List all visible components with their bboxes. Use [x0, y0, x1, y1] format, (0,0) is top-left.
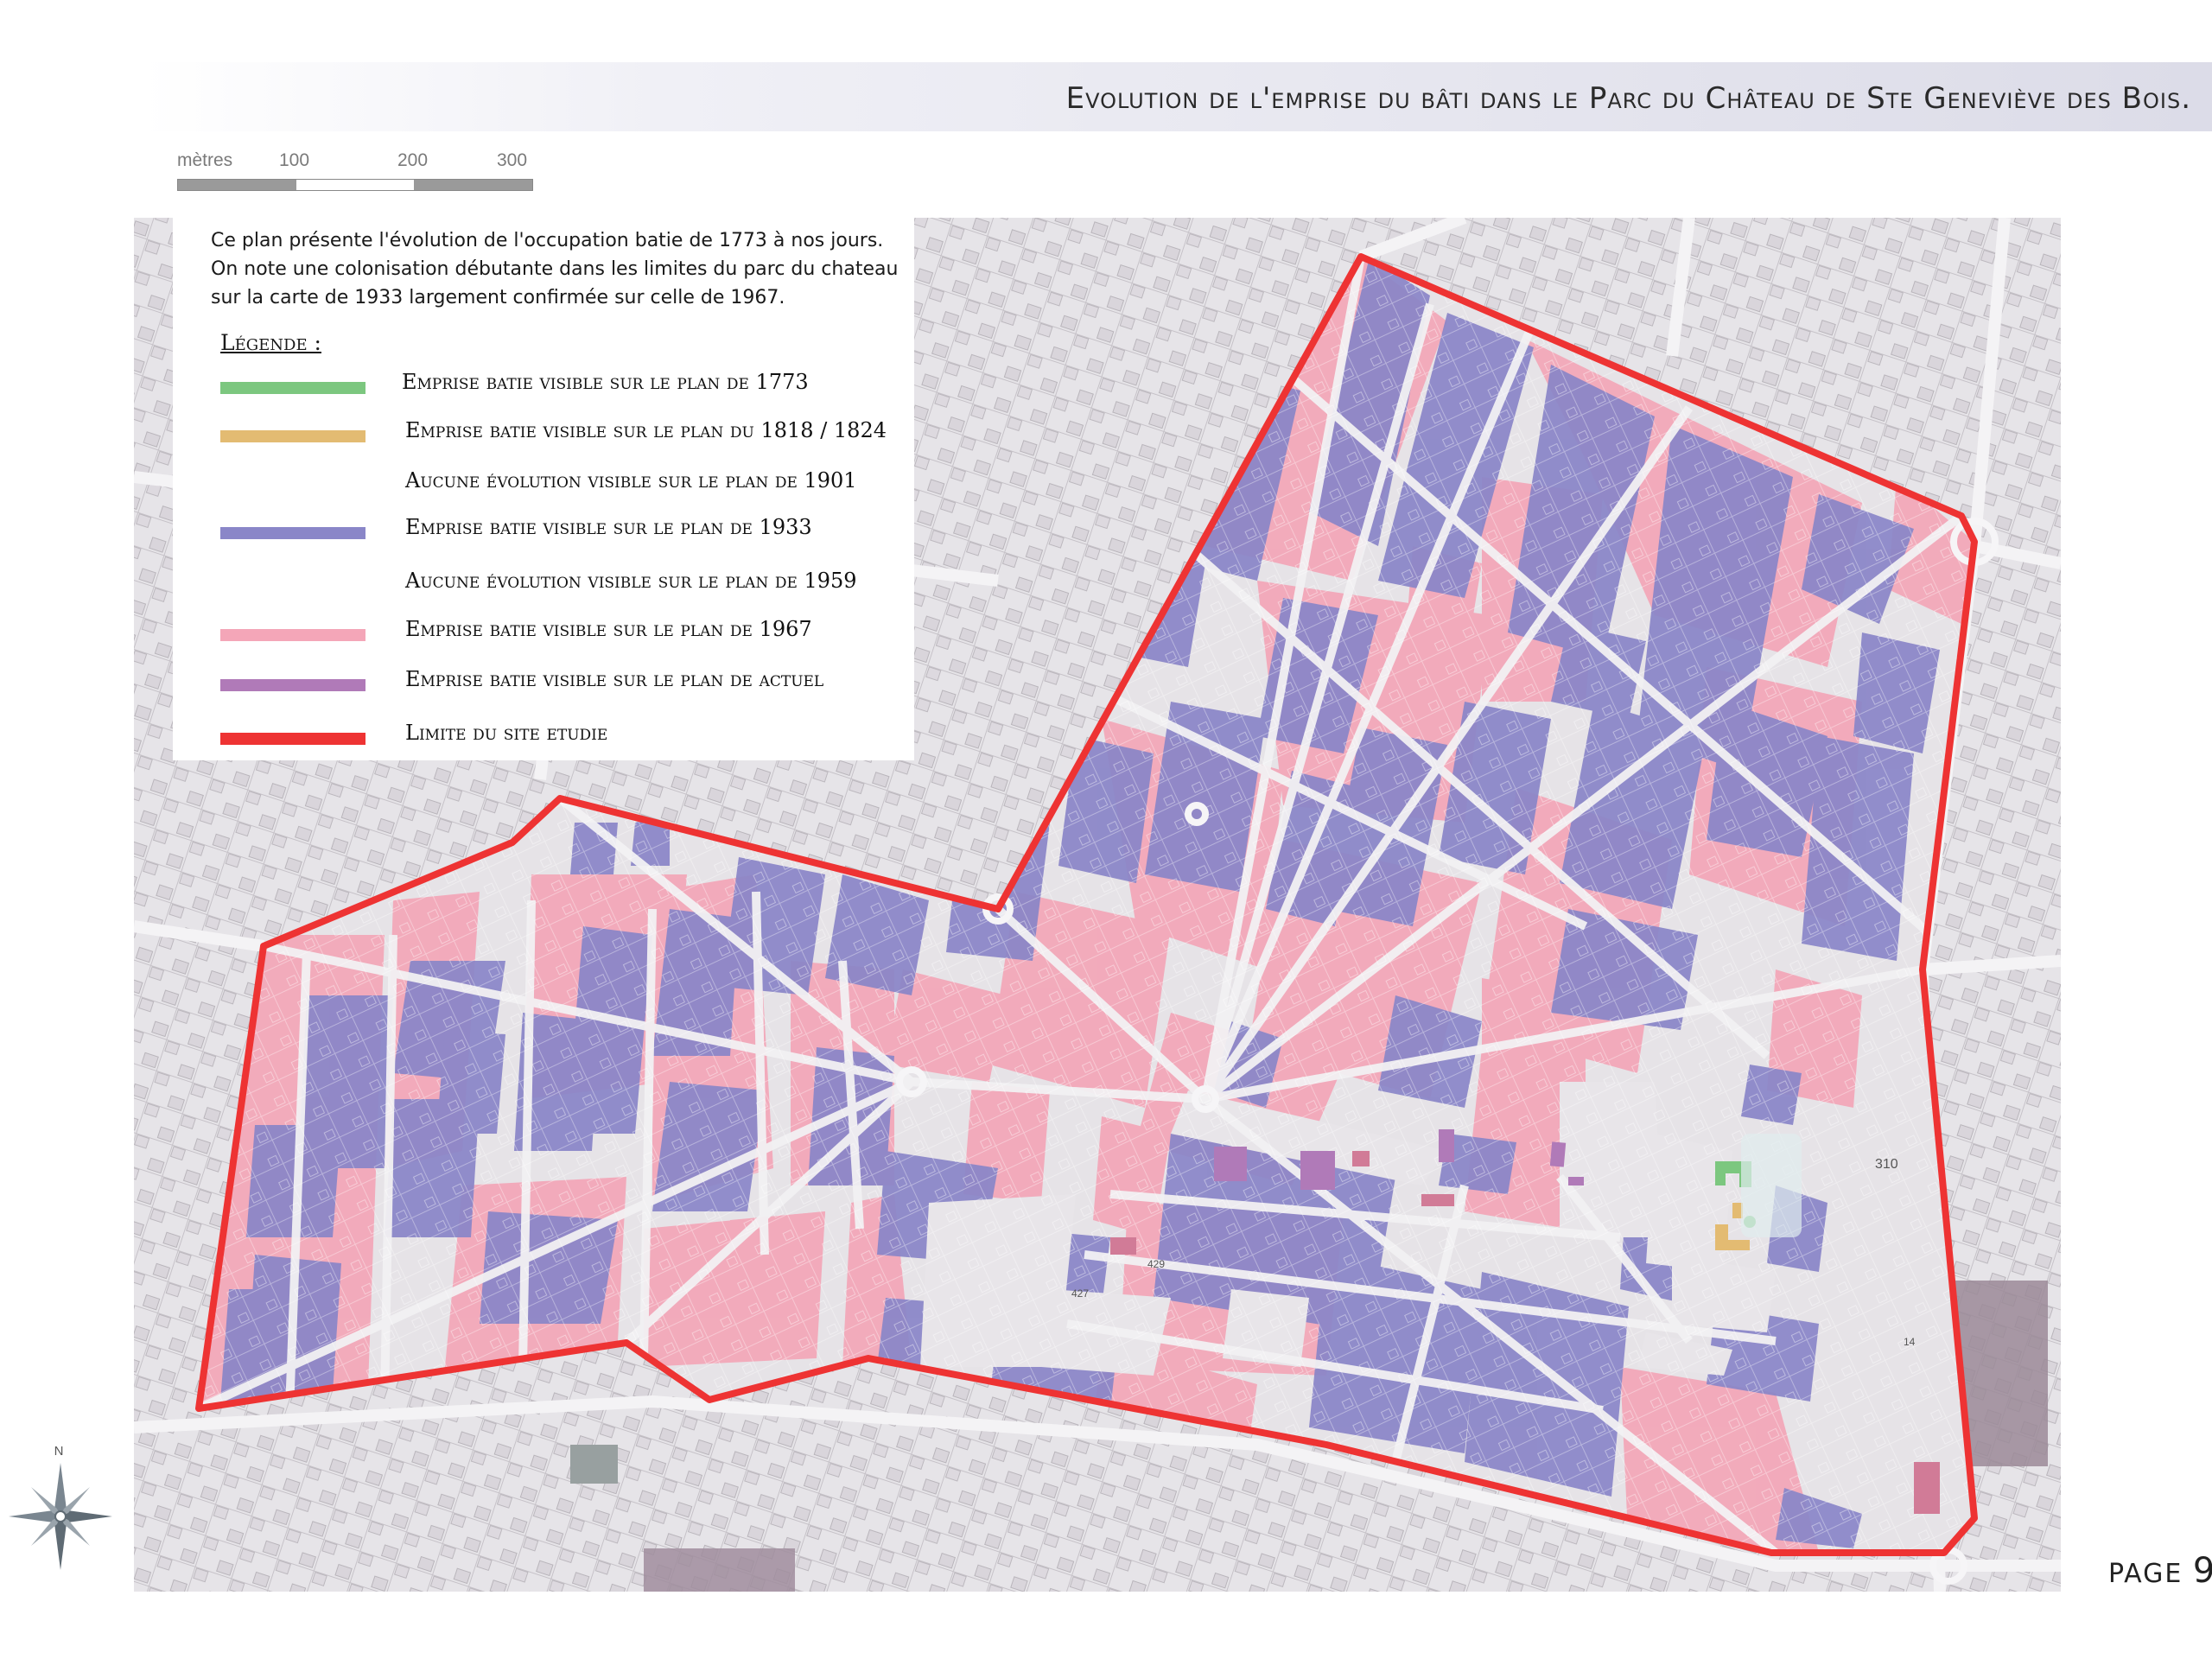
scale-tick-100: 100: [279, 150, 310, 170]
parcel-label-427: 427: [1071, 1287, 1089, 1300]
legend-item-1933: Emprise batie visible sur le plan de 193…: [220, 515, 912, 550]
legend-title: Légende :: [220, 330, 321, 355]
legend-swatch-red: [220, 733, 365, 745]
legend-item-limit: Limite du site etudie: [220, 721, 912, 755]
legend-item-1773: Emprise batie visible sur le plan de 177…: [220, 370, 912, 404]
legend-swatch-blue: [220, 527, 365, 539]
legend-item-1967: Emprise batie visible sur le plan de 196…: [220, 617, 912, 652]
page-title: Evolution de l'emprise du bâti dans le P…: [1065, 81, 2191, 116]
scale-segments: [177, 179, 533, 191]
legend-panel: Ce plan présente l'évolution de l'occupa…: [173, 218, 914, 760]
legend-label-1933: Emprise batie visible sur le plan de 193…: [405, 515, 812, 539]
legend-label-1959: Aucune évolution visible sur le plan de …: [405, 569, 857, 593]
legend-label-1967: Emprise batie visible sur le plan de 196…: [405, 617, 812, 641]
intro-text: Ce plan présente l'évolution de l'occupa…: [211, 230, 899, 308]
compass-north-label: N: [54, 1444, 64, 1459]
legend-item-1818: Emprise batie visible sur le plan du 181…: [220, 418, 912, 453]
legend-swatch-green: [220, 382, 365, 394]
page-prefix: PAGE: [2108, 1559, 2183, 1589]
legend-swatch-pink: [220, 629, 365, 641]
legend-item-actuel: Emprise batie visible sur le plan de act…: [220, 667, 912, 702]
parcel-label-429: 429: [1147, 1258, 1165, 1270]
legend-label-1901: Aucune évolution visible sur le plan de …: [405, 468, 857, 493]
compass-icon: N: [9, 1444, 112, 1570]
scale-tick-200: 200: [397, 150, 429, 170]
page-number: PAGE 9: [2108, 1551, 2212, 1591]
scale-tick-300: 300: [497, 150, 528, 170]
legend-item-1959: Aucune évolution visible sur le plan de …: [220, 569, 912, 603]
parcel-label-310: 310: [1875, 1157, 1898, 1172]
legend-swatch-orange: [220, 430, 365, 442]
legend-label-actuel: Emprise batie visible sur le plan de act…: [405, 667, 824, 691]
page-number-value: 9: [2192, 1551, 2212, 1591]
title-band: Evolution de l'emprise du bâti dans le P…: [143, 62, 2212, 131]
legend-swatch-purple: [220, 679, 365, 691]
legend-label-1773: Emprise batie visible sur le plan de 177…: [402, 370, 809, 394]
compass-rose: N: [9, 1443, 112, 1573]
scale-unit-label: mètres: [177, 150, 233, 170]
parcel-label-14: 14: [1904, 1336, 1916, 1348]
legend-label-1818: Emprise batie visible sur le plan du 181…: [405, 418, 887, 442]
legend-item-1901: Aucune évolution visible sur le plan de …: [220, 468, 912, 503]
scale-bar: mètres 100 200 300: [177, 147, 536, 194]
legend-label-limit: Limite du site etudie: [405, 721, 608, 745]
